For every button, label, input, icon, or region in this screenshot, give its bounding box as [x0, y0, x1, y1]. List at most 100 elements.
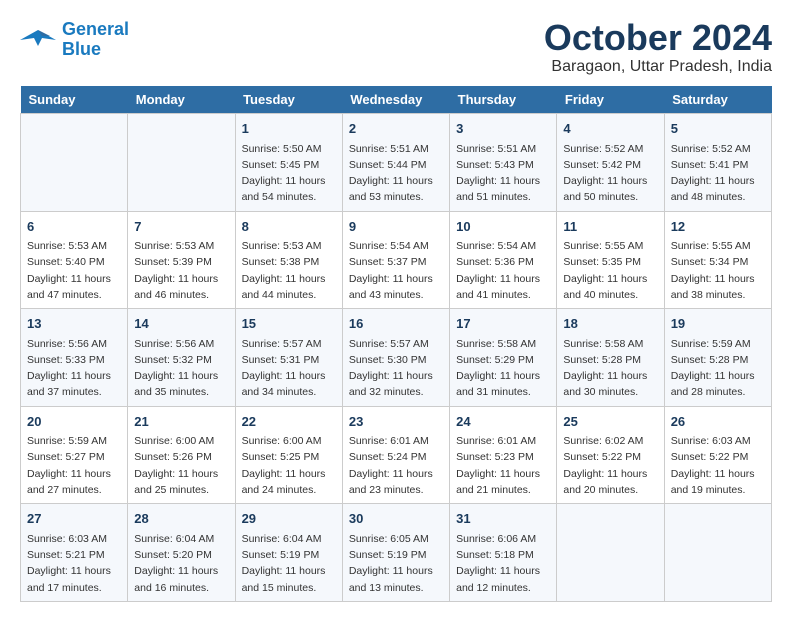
day-number: 27 — [27, 509, 121, 529]
day-info: Sunrise: 5:51 AM Sunset: 5:44 PM Dayligh… — [349, 141, 443, 206]
day-info: Sunrise: 5:57 AM Sunset: 5:31 PM Dayligh… — [242, 336, 336, 401]
day-info: Sunrise: 5:51 AM Sunset: 5:43 PM Dayligh… — [456, 141, 550, 206]
day-number: 3 — [456, 119, 550, 139]
day-header-wednesday: Wednesday — [342, 86, 449, 114]
day-number: 19 — [671, 314, 765, 334]
calendar-cell: 25Sunrise: 6:02 AM Sunset: 5:22 PM Dayli… — [557, 406, 664, 504]
day-info: Sunrise: 6:01 AM Sunset: 5:23 PM Dayligh… — [456, 433, 550, 498]
day-info: Sunrise: 5:56 AM Sunset: 5:33 PM Dayligh… — [27, 336, 121, 401]
day-info: Sunrise: 6:00 AM Sunset: 5:26 PM Dayligh… — [134, 433, 228, 498]
calendar-cell: 28Sunrise: 6:04 AM Sunset: 5:20 PM Dayli… — [128, 504, 235, 602]
day-number: 23 — [349, 412, 443, 432]
logo-icon — [20, 26, 56, 54]
day-number: 8 — [242, 217, 336, 237]
day-info: Sunrise: 6:04 AM Sunset: 5:19 PM Dayligh… — [242, 531, 336, 596]
day-info: Sunrise: 5:54 AM Sunset: 5:36 PM Dayligh… — [456, 238, 550, 303]
title-block: October 2024 Baragaon, Uttar Pradesh, In… — [544, 20, 772, 76]
calendar-cell: 23Sunrise: 6:01 AM Sunset: 5:24 PM Dayli… — [342, 406, 449, 504]
week-row-1: 1Sunrise: 5:50 AM Sunset: 5:45 PM Daylig… — [21, 114, 772, 212]
calendar-cell: 18Sunrise: 5:58 AM Sunset: 5:28 PM Dayli… — [557, 309, 664, 407]
day-info: Sunrise: 5:59 AM Sunset: 5:28 PM Dayligh… — [671, 336, 765, 401]
day-info: Sunrise: 5:56 AM Sunset: 5:32 PM Dayligh… — [134, 336, 228, 401]
day-info: Sunrise: 6:03 AM Sunset: 5:22 PM Dayligh… — [671, 433, 765, 498]
calendar-cell — [21, 114, 128, 212]
calendar-cell: 10Sunrise: 5:54 AM Sunset: 5:36 PM Dayli… — [450, 211, 557, 309]
day-info: Sunrise: 6:00 AM Sunset: 5:25 PM Dayligh… — [242, 433, 336, 498]
day-number: 14 — [134, 314, 228, 334]
day-number: 11 — [563, 217, 657, 237]
day-info: Sunrise: 5:55 AM Sunset: 5:34 PM Dayligh… — [671, 238, 765, 303]
day-number: 25 — [563, 412, 657, 432]
day-number: 26 — [671, 412, 765, 432]
day-info: Sunrise: 5:55 AM Sunset: 5:35 PM Dayligh… — [563, 238, 657, 303]
calendar-cell — [557, 504, 664, 602]
calendar-cell: 22Sunrise: 6:00 AM Sunset: 5:25 PM Dayli… — [235, 406, 342, 504]
logo-line2: Blue — [62, 39, 101, 59]
calendar-cell — [128, 114, 235, 212]
calendar-cell: 1Sunrise: 5:50 AM Sunset: 5:45 PM Daylig… — [235, 114, 342, 212]
day-number: 13 — [27, 314, 121, 334]
day-number: 2 — [349, 119, 443, 139]
calendar-cell: 16Sunrise: 5:57 AM Sunset: 5:30 PM Dayli… — [342, 309, 449, 407]
calendar-table: SundayMondayTuesdayWednesdayThursdayFrid… — [20, 86, 772, 602]
day-number: 31 — [456, 509, 550, 529]
logo-line1: General — [62, 19, 129, 39]
month-title: October 2024 — [544, 20, 772, 56]
day-number: 9 — [349, 217, 443, 237]
day-info: Sunrise: 5:58 AM Sunset: 5:29 PM Dayligh… — [456, 336, 550, 401]
day-info: Sunrise: 5:52 AM Sunset: 5:42 PM Dayligh… — [563, 141, 657, 206]
calendar-cell: 9Sunrise: 5:54 AM Sunset: 5:37 PM Daylig… — [342, 211, 449, 309]
day-number: 16 — [349, 314, 443, 334]
week-row-5: 27Sunrise: 6:03 AM Sunset: 5:21 PM Dayli… — [21, 504, 772, 602]
calendar-cell: 24Sunrise: 6:01 AM Sunset: 5:23 PM Dayli… — [450, 406, 557, 504]
day-number: 20 — [27, 412, 121, 432]
calendar-cell: 15Sunrise: 5:57 AM Sunset: 5:31 PM Dayli… — [235, 309, 342, 407]
calendar-cell: 27Sunrise: 6:03 AM Sunset: 5:21 PM Dayli… — [21, 504, 128, 602]
calendar-cell: 21Sunrise: 6:00 AM Sunset: 5:26 PM Dayli… — [128, 406, 235, 504]
day-number: 28 — [134, 509, 228, 529]
calendar-cell: 3Sunrise: 5:51 AM Sunset: 5:43 PM Daylig… — [450, 114, 557, 212]
day-number: 29 — [242, 509, 336, 529]
day-info: Sunrise: 5:52 AM Sunset: 5:41 PM Dayligh… — [671, 141, 765, 206]
week-row-2: 6Sunrise: 5:53 AM Sunset: 5:40 PM Daylig… — [21, 211, 772, 309]
calendar-cell: 13Sunrise: 5:56 AM Sunset: 5:33 PM Dayli… — [21, 309, 128, 407]
calendar-cell: 14Sunrise: 5:56 AM Sunset: 5:32 PM Dayli… — [128, 309, 235, 407]
day-number: 1 — [242, 119, 336, 139]
day-number: 15 — [242, 314, 336, 334]
calendar-cell: 5Sunrise: 5:52 AM Sunset: 5:41 PM Daylig… — [664, 114, 771, 212]
calendar-cell: 19Sunrise: 5:59 AM Sunset: 5:28 PM Dayli… — [664, 309, 771, 407]
calendar-cell: 20Sunrise: 5:59 AM Sunset: 5:27 PM Dayli… — [21, 406, 128, 504]
calendar-cell: 11Sunrise: 5:55 AM Sunset: 5:35 PM Dayli… — [557, 211, 664, 309]
day-header-friday: Friday — [557, 86, 664, 114]
day-number: 4 — [563, 119, 657, 139]
calendar-cell: 12Sunrise: 5:55 AM Sunset: 5:34 PM Dayli… — [664, 211, 771, 309]
day-number: 12 — [671, 217, 765, 237]
location: Baragaon, Uttar Pradesh, India — [544, 58, 772, 76]
day-number: 6 — [27, 217, 121, 237]
day-header-sunday: Sunday — [21, 86, 128, 114]
day-info: Sunrise: 6:03 AM Sunset: 5:21 PM Dayligh… — [27, 531, 121, 596]
day-header-tuesday: Tuesday — [235, 86, 342, 114]
week-row-4: 20Sunrise: 5:59 AM Sunset: 5:27 PM Dayli… — [21, 406, 772, 504]
day-info: Sunrise: 5:58 AM Sunset: 5:28 PM Dayligh… — [563, 336, 657, 401]
day-header-saturday: Saturday — [664, 86, 771, 114]
calendar-cell: 2Sunrise: 5:51 AM Sunset: 5:44 PM Daylig… — [342, 114, 449, 212]
day-info: Sunrise: 6:01 AM Sunset: 5:24 PM Dayligh… — [349, 433, 443, 498]
header-row: SundayMondayTuesdayWednesdayThursdayFrid… — [21, 86, 772, 114]
logo-text: General Blue — [62, 20, 129, 60]
week-row-3: 13Sunrise: 5:56 AM Sunset: 5:33 PM Dayli… — [21, 309, 772, 407]
day-info: Sunrise: 5:53 AM Sunset: 5:39 PM Dayligh… — [134, 238, 228, 303]
day-number: 24 — [456, 412, 550, 432]
day-info: Sunrise: 5:54 AM Sunset: 5:37 PM Dayligh… — [349, 238, 443, 303]
day-info: Sunrise: 5:50 AM Sunset: 5:45 PM Dayligh… — [242, 141, 336, 206]
day-header-thursday: Thursday — [450, 86, 557, 114]
day-number: 30 — [349, 509, 443, 529]
day-header-monday: Monday — [128, 86, 235, 114]
day-info: Sunrise: 6:05 AM Sunset: 5:19 PM Dayligh… — [349, 531, 443, 596]
day-number: 5 — [671, 119, 765, 139]
calendar-cell: 29Sunrise: 6:04 AM Sunset: 5:19 PM Dayli… — [235, 504, 342, 602]
calendar-cell: 26Sunrise: 6:03 AM Sunset: 5:22 PM Dayli… — [664, 406, 771, 504]
day-info: Sunrise: 5:53 AM Sunset: 5:40 PM Dayligh… — [27, 238, 121, 303]
calendar-cell: 30Sunrise: 6:05 AM Sunset: 5:19 PM Dayli… — [342, 504, 449, 602]
day-info: Sunrise: 5:59 AM Sunset: 5:27 PM Dayligh… — [27, 433, 121, 498]
